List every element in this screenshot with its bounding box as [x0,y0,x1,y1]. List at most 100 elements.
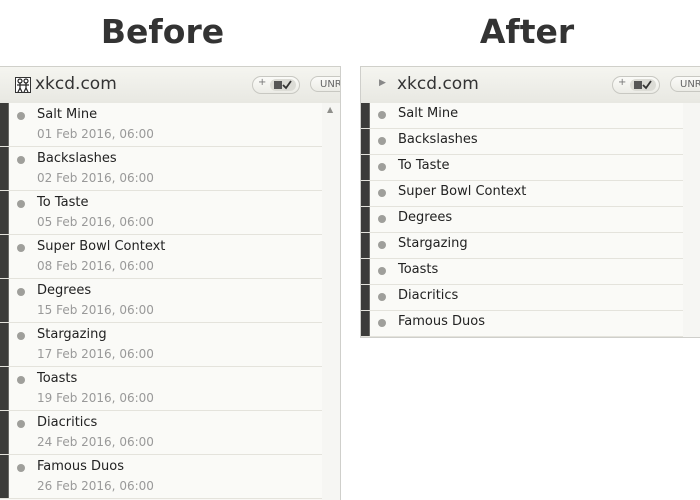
story-row[interactable]: To Taste [361,155,683,181]
story-date: 19 Feb 2016, 06:00 [37,391,154,405]
story-title: Diacritics [398,288,459,303]
unread-filter-button[interactable]: UNR [310,76,340,92]
story-row[interactable]: Backslashes 02 Feb 2016, 06:00 [0,147,322,191]
story-row[interactable]: Degrees [361,207,683,233]
unread-dot-icon [378,137,386,145]
story-list: Salt Mine Backslashes To Taste Super Bow… [361,103,683,337]
unread-dot-icon [17,332,25,340]
unread-dot-icon [378,215,386,223]
story-date: 26 Feb 2016, 06:00 [37,479,154,493]
story-marker-bar [361,311,370,336]
feed-title: xkcd.com [397,74,479,94]
unread-dot-icon [378,189,386,197]
story-marker-bar [361,181,370,206]
story-marker-bar [0,279,9,322]
story-date: 05 Feb 2016, 06:00 [37,215,154,229]
unread-dot-icon [17,200,25,208]
feed-title: xkcd.com [35,74,117,94]
story-marker-bar [361,233,370,258]
story-marker-bar [361,259,370,284]
story-date: 15 Feb 2016, 06:00 [37,303,154,317]
story-title: Toasts [398,262,439,277]
unread-filter-button[interactable]: UNR [670,76,700,92]
story-date: 02 Feb 2016, 06:00 [37,171,154,185]
story-marker-bar [361,155,370,180]
unread-dot-icon [378,241,386,249]
story-row[interactable]: Stargazing [361,233,683,259]
feed-header[interactable]: ▶ xkcd.com + UNR [361,66,700,104]
unread-dot-icon [17,244,25,252]
story-marker-bar [0,103,9,146]
after-feed-panel: ▶ xkcd.com + UNR Salt Mine Backslashes T… [360,66,700,338]
story-marker-bar [0,455,9,498]
story-date: 01 Feb 2016, 06:00 [37,127,154,141]
story-marker-bar [361,103,370,128]
scrollbar[interactable] [683,103,700,337]
story-title: To Taste [398,158,450,173]
story-row[interactable]: Super Bowl Context 08 Feb 2016, 06:00 [0,235,322,279]
story-row[interactable]: Famous Duos 26 Feb 2016, 06:00 [0,455,322,499]
after-heading: After [479,12,575,51]
story-title: Super Bowl Context [37,239,166,254]
story-row[interactable]: Super Bowl Context [361,181,683,207]
plus-icon: + [258,77,267,88]
story-title: To Taste [37,195,89,210]
story-row[interactable]: Salt Mine [361,103,683,129]
plus-icon: + [618,77,627,88]
story-marker-bar [0,191,9,234]
story-title: Stargazing [398,236,468,251]
story-title: Backslashes [37,151,117,166]
before-feed-panel: xkcd.com + UNR Salt Mine 01 Feb 2016, 06… [0,66,341,500]
unread-dot-icon [17,112,25,120]
unread-dot-icon [17,288,25,296]
story-row[interactable]: Salt Mine 01 Feb 2016, 06:00 [0,103,322,147]
xkcd-stick-figure-icon [15,77,31,93]
unread-dot-icon [378,267,386,275]
mark-read-icon [630,79,656,91]
unread-dot-icon [17,376,25,384]
story-row[interactable]: Degrees 15 Feb 2016, 06:00 [0,279,322,323]
story-row[interactable]: Diacritics 24 Feb 2016, 06:00 [0,411,322,455]
expand-arrow-icon[interactable]: ▶ [379,78,386,88]
story-date: 08 Feb 2016, 06:00 [37,259,154,273]
story-marker-bar [0,411,9,454]
scroll-up-arrow-icon[interactable]: ▲ [327,105,333,114]
story-date: 17 Feb 2016, 06:00 [37,347,154,361]
story-title: Salt Mine [398,106,459,121]
unread-dot-icon [378,163,386,171]
story-row[interactable]: Toasts [361,259,683,285]
story-row[interactable]: Stargazing 17 Feb 2016, 06:00 [0,323,322,367]
story-marker-bar [0,147,9,190]
story-row[interactable]: Backslashes [361,129,683,155]
story-title: Salt Mine [37,107,98,122]
story-marker-bar [361,285,370,310]
story-row[interactable]: Diacritics [361,285,683,311]
mark-read-toggle[interactable]: + [252,76,300,94]
story-marker-bar [361,129,370,154]
story-title: Famous Duos [37,459,124,474]
story-row[interactable]: Famous Duos [361,311,683,337]
story-title: Famous Duos [398,314,485,329]
story-date: 24 Feb 2016, 06:00 [37,435,154,449]
unread-dot-icon [17,464,25,472]
mark-read-toggle[interactable]: + [612,76,660,94]
story-title: Degrees [398,210,453,225]
story-row[interactable]: Toasts 19 Feb 2016, 06:00 [0,367,322,411]
story-row[interactable]: To Taste 05 Feb 2016, 06:00 [0,191,322,235]
unread-dot-icon [378,319,386,327]
unread-dot-icon [378,111,386,119]
unread-dot-icon [17,420,25,428]
story-marker-bar [0,323,9,366]
story-list: Salt Mine 01 Feb 2016, 06:00 Backslashes… [0,103,322,499]
story-marker-bar [0,235,9,278]
scrollbar[interactable]: ▲ [322,103,340,500]
story-title: Super Bowl Context [398,184,527,199]
story-title: Degrees [37,283,92,298]
feed-header[interactable]: xkcd.com + UNR [0,66,340,104]
unread-dot-icon [17,156,25,164]
story-title: Toasts [37,371,78,386]
story-title: Stargazing [37,327,107,342]
before-heading: Before [100,12,225,51]
story-marker-bar [361,207,370,232]
story-title: Diacritics [37,415,98,430]
